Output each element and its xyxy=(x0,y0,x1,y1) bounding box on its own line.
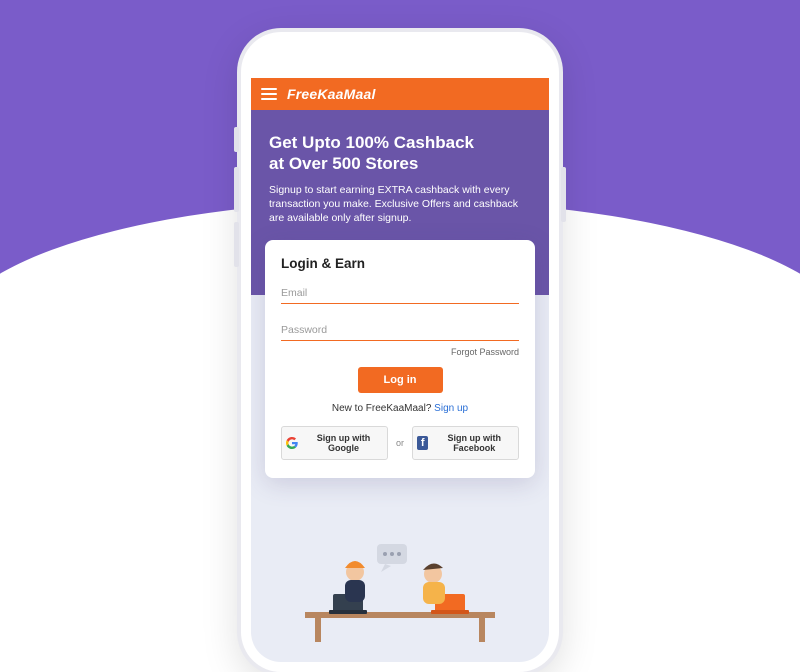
login-button[interactable]: Log in xyxy=(358,367,443,393)
hero-subtitle: Signup to start earning EXTRA cashback w… xyxy=(269,183,531,226)
card-heading: Login & Earn xyxy=(281,256,519,271)
or-divider: or xyxy=(396,438,404,448)
email-field[interactable] xyxy=(281,281,519,304)
phone-screen: FreeKaaMaal Get Upto 100% Cashback at Ov… xyxy=(251,78,549,662)
facebook-button-label: Sign up with Facebook xyxy=(434,433,514,453)
brand-logo: FreeKaaMaal xyxy=(287,86,376,102)
signup-link[interactable]: Sign up xyxy=(434,403,468,414)
hero-title: Get Upto 100% Cashback at Over 500 Store… xyxy=(269,132,531,175)
app-header: FreeKaaMaal xyxy=(251,78,549,110)
phone-side-button xyxy=(234,167,239,212)
illustration xyxy=(251,534,549,644)
phone-side-button xyxy=(234,127,239,152)
phone-side-button xyxy=(561,167,566,222)
login-card: Login & Earn Forgot Password Log in New … xyxy=(265,240,535,478)
google-icon xyxy=(286,437,298,449)
facebook-signup-button[interactable]: f Sign up with Facebook xyxy=(412,426,519,460)
google-signup-button[interactable]: Sign up with Google xyxy=(281,426,388,460)
forgot-password-link[interactable]: Forgot Password xyxy=(281,347,519,357)
signup-prompt-text: New to FreeKaaMaal? xyxy=(332,403,434,414)
facebook-icon: f xyxy=(417,436,428,450)
social-login-row: Sign up with Google or f Sign up with Fa… xyxy=(281,426,519,460)
password-field[interactable] xyxy=(281,318,519,341)
phone-side-button xyxy=(234,222,239,267)
phone-frame: FreeKaaMaal Get Upto 100% Cashback at Ov… xyxy=(241,32,559,672)
signup-prompt: New to FreeKaaMaal? Sign up xyxy=(281,403,519,414)
google-button-label: Sign up with Google xyxy=(304,433,383,453)
hamburger-menu-icon[interactable] xyxy=(261,88,277,100)
